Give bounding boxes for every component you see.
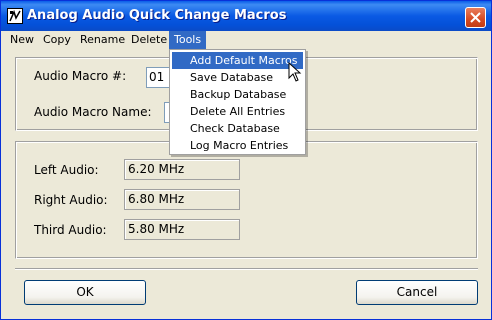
macro-name-label: Audio Macro Name: <box>34 105 152 119</box>
menu-item-add-default-macros[interactable]: Add Default Macros <box>172 52 303 69</box>
title-bar[interactable]: Analog Audio Quick Change Macros <box>1 1 491 31</box>
right-audio-value: 6.80 MHz <box>124 189 240 210</box>
tools-dropdown-menu: Add Default Macros Save Database Backup … <box>169 49 306 155</box>
left-audio-label: Left Audio: <box>34 163 99 177</box>
mouse-pointer-icon <box>288 62 302 82</box>
separator <box>15 268 478 270</box>
menu-rename[interactable]: Rename <box>75 31 130 49</box>
macro-number-label: Audio Macro #: <box>34 69 127 83</box>
third-audio-value: 5.80 MHz <box>124 219 240 240</box>
close-button[interactable] <box>465 7 486 28</box>
menu-item-check-database[interactable]: Check Database <box>172 120 303 137</box>
dialog-window: Analog Audio Quick Change Macros New Cop… <box>0 0 492 320</box>
right-audio-label: Right Audio: <box>34 193 108 207</box>
menu-bar: New Copy Rename Delete Tools <box>1 31 491 49</box>
menu-item-log-macro-entries[interactable]: Log Macro Entries <box>172 137 303 154</box>
cancel-button[interactable]: Cancel <box>356 280 478 305</box>
third-audio-label: Third Audio: <box>34 223 107 237</box>
app-icon[interactable] <box>7 8 23 24</box>
menu-item-delete-all-entries[interactable]: Delete All Entries <box>172 103 303 120</box>
menu-new[interactable]: New <box>5 31 39 49</box>
menu-item-backup-database[interactable]: Backup Database <box>172 86 303 103</box>
menu-delete[interactable]: Delete <box>126 31 172 49</box>
menu-copy[interactable]: Copy <box>38 31 76 49</box>
close-icon <box>470 12 481 23</box>
menu-tools[interactable]: Tools <box>169 31 207 49</box>
left-audio-value: 6.20 MHz <box>124 159 240 180</box>
menu-item-save-database[interactable]: Save Database <box>172 69 303 86</box>
window-title: Analog Audio Quick Change Macros <box>27 8 287 23</box>
ok-button[interactable]: OK <box>24 280 146 305</box>
